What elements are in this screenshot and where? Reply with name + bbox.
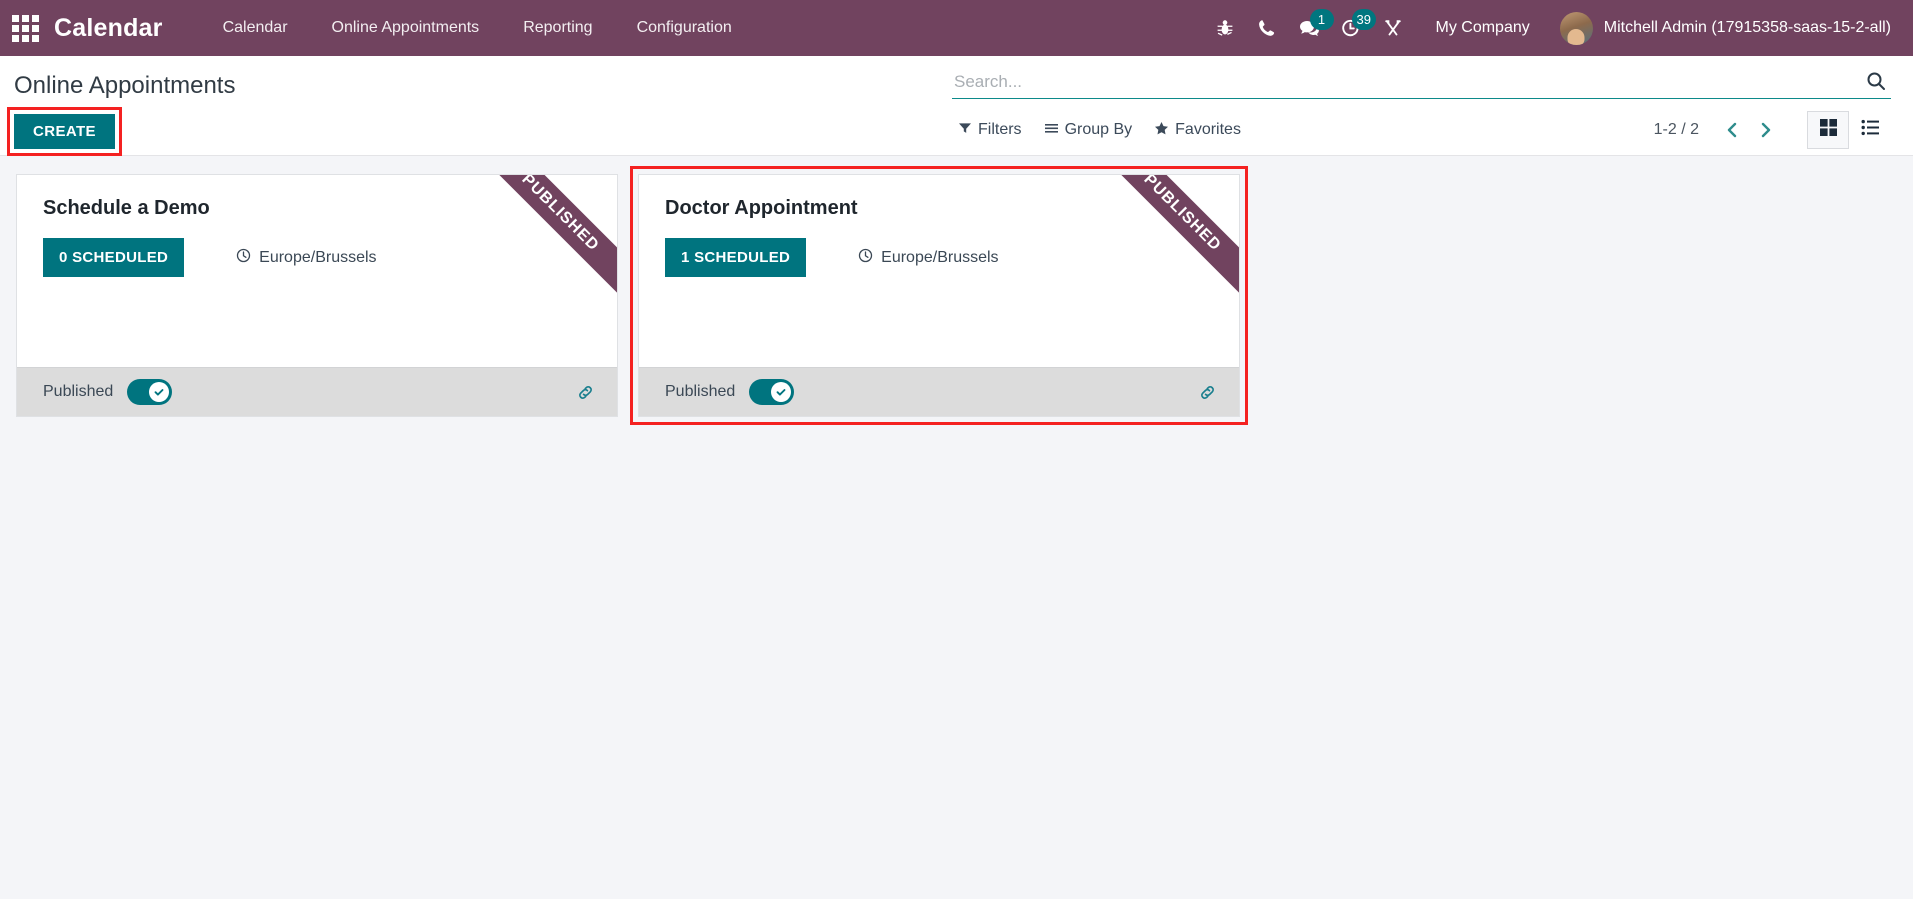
menu-item-calendar[interactable]: Calendar bbox=[201, 0, 310, 56]
messages-icon[interactable]: 1 bbox=[1288, 7, 1334, 49]
pager-counter: 1-2 / 2 bbox=[1653, 121, 1699, 138]
list-view-button[interactable] bbox=[1849, 111, 1891, 149]
copy-link-icon[interactable] bbox=[576, 383, 595, 402]
clock-icon bbox=[858, 248, 873, 268]
page-title: Online Appointments bbox=[14, 72, 236, 99]
menu-item-reporting[interactable]: Reporting bbox=[501, 0, 614, 56]
card-info-row: 0 SCHEDULED Europe/Brussels bbox=[43, 238, 595, 277]
clock-icon bbox=[236, 248, 251, 268]
card-info-row: 1 SCHEDULED Europe/Brussels bbox=[665, 238, 1217, 277]
copy-link-icon[interactable] bbox=[1198, 383, 1217, 402]
timezone-label: Europe/Brussels bbox=[881, 248, 999, 266]
timezone-info: Europe/Brussels bbox=[858, 248, 999, 268]
card-body: Schedule a Demo 0 SCHEDULED Europe/Bruss… bbox=[17, 175, 617, 367]
search-row bbox=[952, 70, 1891, 99]
published-toggle[interactable] bbox=[749, 379, 795, 405]
card-footer: Published bbox=[639, 367, 1239, 416]
bug-icon[interactable] bbox=[1204, 7, 1246, 49]
apps-grid-icon[interactable] bbox=[10, 13, 40, 43]
activity-clock-icon[interactable]: 39 bbox=[1330, 7, 1376, 49]
filters-label: Filters bbox=[978, 121, 1022, 138]
menu-item-configuration[interactable]: Configuration bbox=[615, 0, 754, 56]
control-panel-left: Online Appointments CREATE bbox=[7, 72, 236, 156]
search-input[interactable] bbox=[952, 70, 1857, 94]
previous-page-button[interactable] bbox=[1715, 114, 1749, 146]
kanban-card-wrapper: PUBLISHED Schedule a Demo 0 SCHEDULED Eu… bbox=[16, 174, 618, 417]
kanban-card[interactable]: PUBLISHED Schedule a Demo 0 SCHEDULED Eu… bbox=[16, 174, 618, 417]
list-view-icon bbox=[1861, 118, 1880, 142]
kanban-card-wrapper: PUBLISHED Doctor Appointment 1 SCHEDULED… bbox=[630, 166, 1248, 425]
avatar bbox=[1559, 11, 1593, 45]
search-icon[interactable] bbox=[1857, 70, 1891, 94]
kanban-card[interactable]: PUBLISHED Doctor Appointment 1 SCHEDULED… bbox=[638, 174, 1240, 417]
view-switcher bbox=[1807, 111, 1891, 149]
kanban-view-icon bbox=[1819, 118, 1838, 142]
control-panel: Online Appointments CREATE Filters bbox=[0, 56, 1913, 156]
published-label: Published bbox=[665, 383, 736, 400]
navbar-icon-group: 1 39 bbox=[1204, 7, 1414, 49]
user-name-label: Mitchell Admin (17915358-saas-15-2-all) bbox=[1603, 19, 1891, 36]
card-title: Doctor Appointment bbox=[665, 197, 858, 219]
card-title: Schedule a Demo bbox=[43, 197, 210, 219]
list-lines-icon bbox=[1044, 121, 1059, 140]
group-by-label: Group By bbox=[1064, 121, 1133, 138]
user-menu[interactable]: Mitchell Admin (17915358-saas-15-2-all) bbox=[1552, 11, 1891, 45]
phone-icon[interactable] bbox=[1246, 7, 1288, 49]
kanban-container: PUBLISHED Schedule a Demo 0 SCHEDULED Eu… bbox=[0, 156, 1913, 435]
next-page-button[interactable] bbox=[1749, 114, 1783, 146]
app-brand-title[interactable]: Calendar bbox=[54, 14, 163, 43]
toggle-knob bbox=[149, 382, 170, 402]
favorites-button[interactable]: Favorites bbox=[1148, 116, 1257, 145]
toggle-knob bbox=[771, 382, 792, 402]
published-toggle[interactable] bbox=[127, 379, 173, 405]
create-button[interactable]: CREATE bbox=[14, 114, 115, 149]
filters-button[interactable]: Filters bbox=[952, 116, 1038, 145]
timezone-label: Europe/Brussels bbox=[259, 248, 377, 266]
kanban-view-button[interactable] bbox=[1807, 111, 1849, 149]
search-tools-row: Filters Group By Favorites 1-2 / 2 bbox=[952, 111, 1891, 149]
create-button-wrapper: CREATE bbox=[7, 107, 122, 156]
menu-item-online-appointments[interactable]: Online Appointments bbox=[310, 0, 502, 56]
search-area bbox=[952, 70, 1891, 99]
timezone-info: Europe/Brussels bbox=[236, 248, 377, 268]
tools-icon[interactable] bbox=[1372, 7, 1414, 49]
published-label: Published bbox=[43, 383, 114, 400]
top-navbar: Calendar Calendar Online Appointments Re… bbox=[0, 0, 1913, 56]
scheduled-badge[interactable]: 1 SCHEDULED bbox=[665, 238, 807, 277]
card-footer: Published bbox=[17, 367, 617, 416]
filter-icon bbox=[958, 121, 972, 140]
company-selector[interactable]: My Company bbox=[1414, 19, 1552, 37]
favorites-label: Favorites bbox=[1175, 121, 1241, 138]
scheduled-badge[interactable]: 0 SCHEDULED bbox=[43, 238, 185, 277]
star-icon bbox=[1154, 121, 1169, 140]
card-body: Doctor Appointment 1 SCHEDULED Europe/Br… bbox=[639, 175, 1239, 367]
group-by-button[interactable]: Group By bbox=[1038, 116, 1149, 145]
